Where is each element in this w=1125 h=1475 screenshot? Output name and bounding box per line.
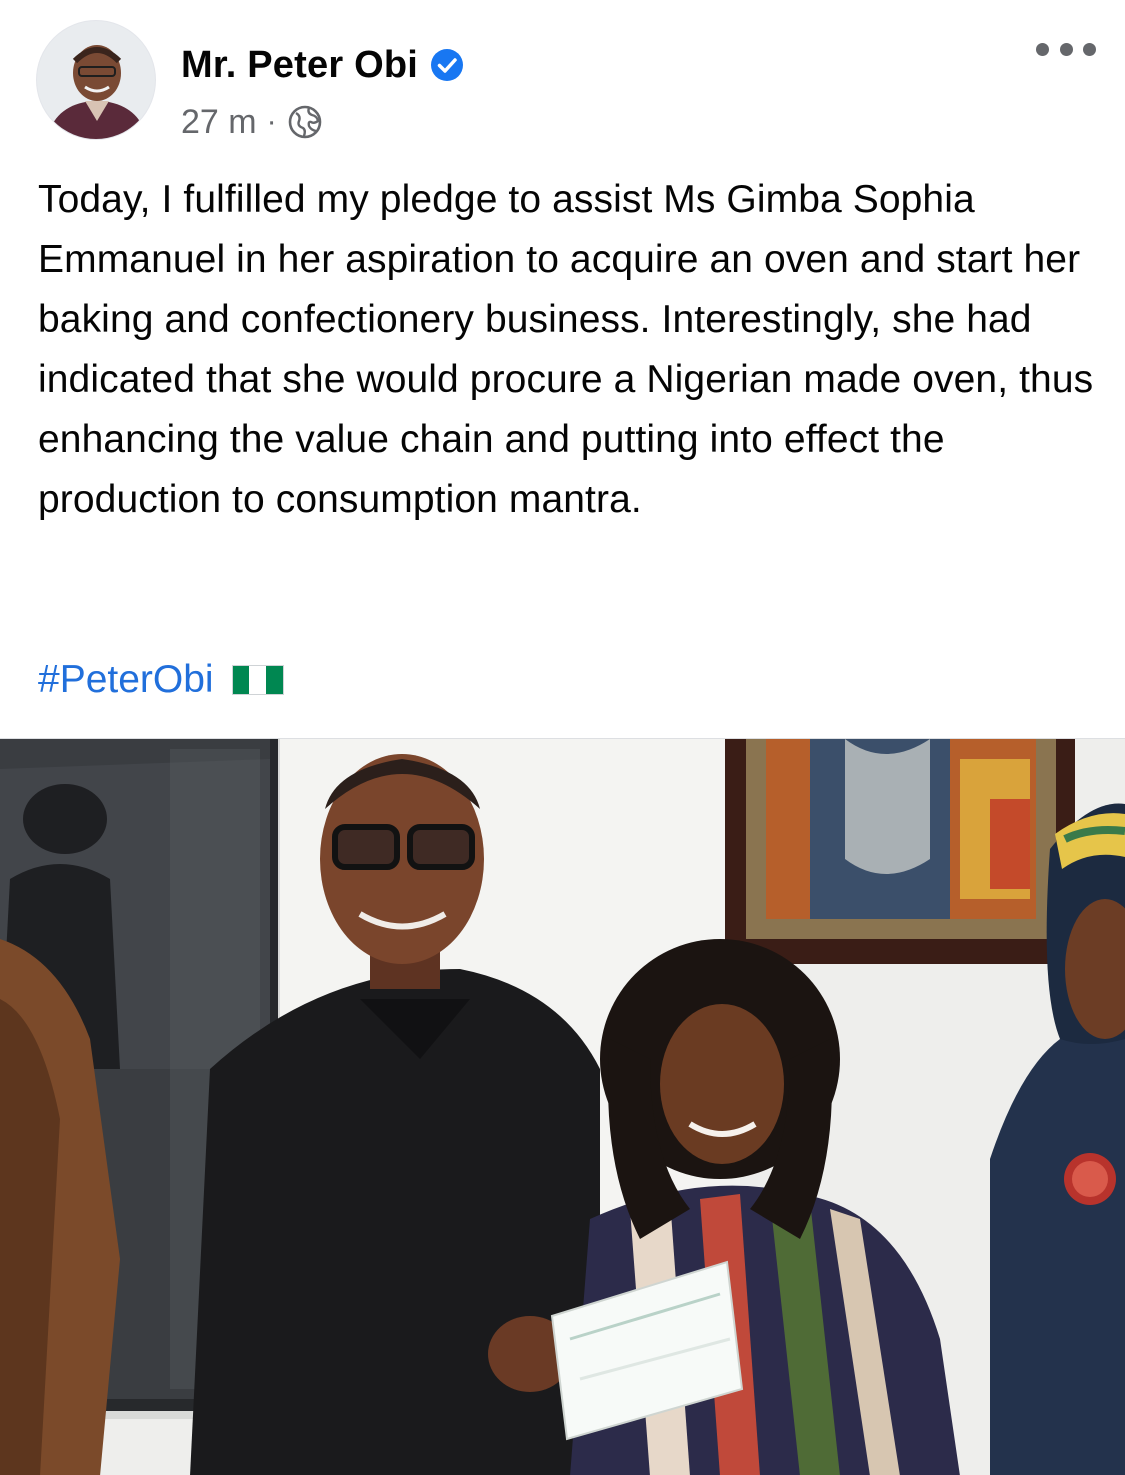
post-header: Mr. Peter Obi 27 m · bbox=[0, 0, 1125, 160]
meta-separator: · bbox=[266, 105, 277, 138]
avatar-image bbox=[37, 21, 155, 139]
post-timestamp[interactable]: 27 m bbox=[181, 103, 257, 142]
author-row: Mr. Peter Obi bbox=[181, 40, 464, 90]
more-dot bbox=[1083, 42, 1096, 56]
verified-badge-icon bbox=[431, 49, 464, 81]
nigeria-flag-icon bbox=[231, 665, 284, 695]
post-body-text: Today, I fulfilled my pledge to assist M… bbox=[38, 178, 1094, 521]
photo-illustration bbox=[0, 739, 1125, 1475]
post-meta: 27 m · bbox=[181, 100, 323, 144]
more-dot bbox=[1036, 42, 1049, 56]
author-name[interactable]: Mr. Peter Obi bbox=[181, 44, 418, 87]
author-avatar[interactable] bbox=[36, 20, 156, 140]
more-horizontal-icon[interactable] bbox=[1036, 34, 1096, 64]
hashtag-link[interactable]: #PeterObi bbox=[38, 658, 214, 702]
globe-icon[interactable] bbox=[287, 104, 323, 140]
post-photo[interactable] bbox=[0, 738, 1125, 1475]
hashtag-row: #PeterObi bbox=[38, 650, 284, 710]
more-dot bbox=[1059, 42, 1073, 56]
